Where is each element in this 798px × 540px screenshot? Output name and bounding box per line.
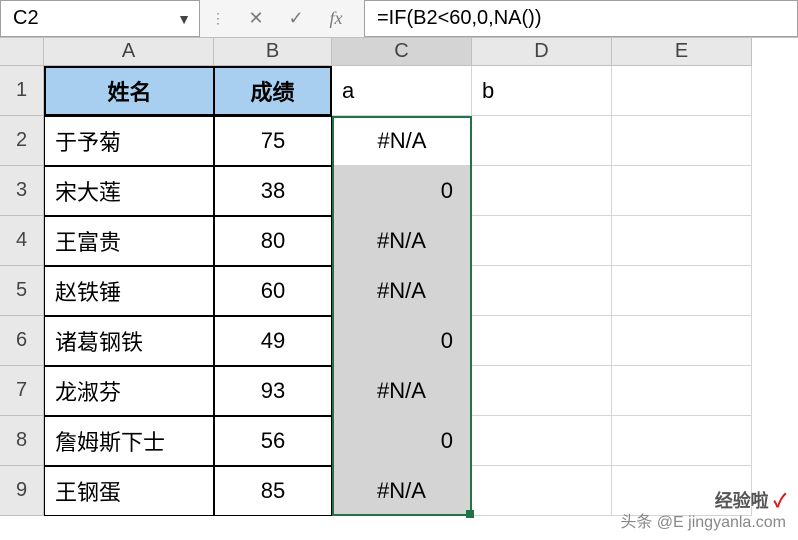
row-header-2[interactable]: 2 (0, 116, 44, 166)
cell-e6[interactable] (612, 316, 752, 366)
formula-bar: C2 ▼ ⋮ ✕ ✓ fx =IF(B2<60,0,NA()) (0, 0, 798, 38)
cell-result[interactable]: #N/A (332, 366, 472, 416)
cell-d5[interactable] (472, 266, 612, 316)
cell-d1[interactable]: b (472, 66, 612, 116)
cell-e8[interactable] (612, 416, 752, 466)
cell-name[interactable]: 诸葛钢铁 (44, 316, 214, 366)
formula-input[interactable]: =IF(B2<60,0,NA()) (364, 0, 798, 37)
cell-c1[interactable]: a (332, 66, 472, 116)
cell-result[interactable]: 0 (332, 166, 472, 216)
cell-e2[interactable] (612, 116, 752, 166)
col-header-c[interactable]: C (332, 38, 472, 66)
cell-reference: C2 (13, 7, 39, 30)
cell-e4[interactable] (612, 216, 752, 266)
cell-result[interactable]: 0 (332, 416, 472, 466)
cell-e7[interactable] (612, 366, 752, 416)
cell-score[interactable]: 85 (214, 466, 332, 516)
row-headers: 1 2 3 4 5 6 7 8 9 (0, 66, 44, 516)
spreadsheet-grid: A B C D E 1 2 3 4 5 6 7 8 9 姓名 成绩 a b (0, 38, 798, 516)
cell-d6[interactable] (472, 316, 612, 366)
cell-name[interactable]: 詹姆斯下士 (44, 416, 214, 466)
row-header-5[interactable]: 5 (0, 266, 44, 316)
confirm-icon[interactable]: ✓ (276, 0, 316, 37)
cancel-icon[interactable]: ✕ (236, 0, 276, 37)
cell-result[interactable]: #N/A (332, 216, 472, 266)
cell-score[interactable]: 38 (214, 166, 332, 216)
cell-name[interactable]: 王富贵 (44, 216, 214, 266)
cell-name[interactable]: 于予菊 (44, 116, 214, 166)
cell-e5[interactable] (612, 266, 752, 316)
cell-d2[interactable] (472, 116, 612, 166)
select-all-corner[interactable] (0, 38, 44, 66)
cell-name[interactable]: 赵铁锤 (44, 266, 214, 316)
cell-d8[interactable] (472, 416, 612, 466)
cell-d7[interactable] (472, 366, 612, 416)
cell-score[interactable]: 80 (214, 216, 332, 266)
formula-text: =IF(B2<60,0,NA()) (377, 7, 542, 30)
cell-result[interactable]: 0 (332, 316, 472, 366)
row-header-8[interactable]: 8 (0, 416, 44, 466)
watermark: 经验啦 ✓ 头条 @E jingyanla.com (620, 491, 786, 532)
header-score[interactable]: 成绩 (214, 66, 332, 116)
cell-e3[interactable] (612, 166, 752, 216)
fx-icon[interactable]: fx (316, 0, 356, 37)
cell-e1[interactable] (612, 66, 752, 116)
cells-area: 姓名 成绩 a b 于予菊 75 #N/A 宋大莲 38 0 (44, 66, 752, 516)
cell-d3[interactable] (472, 166, 612, 216)
col-header-e[interactable]: E (612, 38, 752, 66)
col-header-b[interactable]: B (214, 38, 332, 66)
col-header-a[interactable]: A (44, 38, 214, 66)
cell-score[interactable]: 56 (214, 416, 332, 466)
row-header-7[interactable]: 7 (0, 366, 44, 416)
column-headers: A B C D E (0, 38, 798, 66)
name-box[interactable]: C2 ▼ (0, 0, 200, 37)
cell-d9[interactable] (472, 466, 612, 516)
cell-result[interactable]: #N/A (332, 116, 472, 166)
separator-icon: ⋮ (200, 0, 236, 37)
header-name[interactable]: 姓名 (44, 66, 214, 116)
cell-score[interactable]: 49 (214, 316, 332, 366)
cell-d4[interactable] (472, 216, 612, 266)
row-header-4[interactable]: 4 (0, 216, 44, 266)
cell-score[interactable]: 75 (214, 116, 332, 166)
cell-name[interactable]: 龙淑芬 (44, 366, 214, 416)
row-header-1[interactable]: 1 (0, 66, 44, 116)
cell-name[interactable]: 宋大莲 (44, 166, 214, 216)
col-header-d[interactable]: D (472, 38, 612, 66)
dropdown-icon[interactable]: ▼ (177, 11, 191, 27)
row-header-6[interactable]: 6 (0, 316, 44, 366)
cell-score[interactable]: 93 (214, 366, 332, 416)
row-header-9[interactable]: 9 (0, 466, 44, 516)
cell-score[interactable]: 60 (214, 266, 332, 316)
cell-name[interactable]: 王钢蛋 (44, 466, 214, 516)
cell-result[interactable]: #N/A (332, 466, 472, 516)
check-icon: ✓ (774, 491, 786, 511)
cell-result[interactable]: #N/A (332, 266, 472, 316)
row-header-3[interactable]: 3 (0, 166, 44, 216)
